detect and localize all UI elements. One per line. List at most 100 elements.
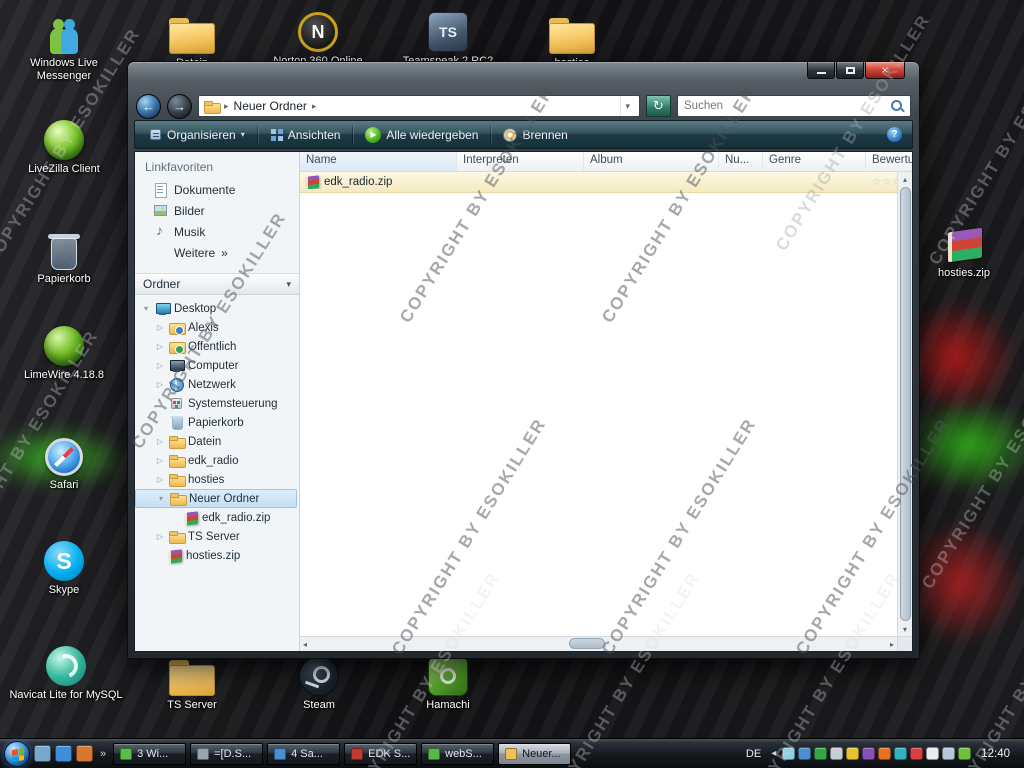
taskbar-button-4[interactable]: EDK S... (344, 742, 418, 765)
fav-weitere[interactable]: Weitere » (135, 242, 299, 263)
taskbar-button-2[interactable]: =[D.S... (190, 742, 264, 765)
title-bar[interactable]: × (134, 62, 913, 92)
fav-bilder[interactable]: Bilder (135, 200, 299, 221)
tree-item-hosties[interactable]: ▷ hosties (135, 470, 297, 489)
tray-app-icon[interactable] (830, 747, 844, 760)
forward-button[interactable]: → (167, 93, 192, 119)
horizontal-scrollbar[interactable]: ◂ ▸ (300, 636, 897, 651)
rating-stars[interactable]: ☆☆☆☆☆ (866, 177, 897, 188)
desktop-icon-livezilla[interactable]: LiveZilla Client (18, 112, 110, 176)
taskbar-button-5[interactable]: webS... (421, 742, 495, 765)
taskbar-button-neuer-ordner[interactable]: Neuer... (498, 742, 572, 765)
tree-item-edk-radio[interactable]: ▷ edk_radio (135, 451, 297, 470)
address-dropdown-icon[interactable]: ▾ (620, 96, 634, 116)
tray-collapse-icon[interactable]: ◂ (769, 748, 778, 759)
media-player-icon[interactable] (76, 745, 93, 762)
help-button[interactable]: ? (887, 127, 902, 142)
tree-item-alexis[interactable]: ▷ Alexis (135, 318, 297, 337)
file-row-edk-radio-zip[interactable]: edk_radio.zip ☆☆☆☆☆ (300, 172, 897, 193)
column-header-bewertung[interactable]: Bewertung (866, 152, 912, 171)
desktop-icon-windows-live-messenger[interactable]: Windows Live Messenger (8, 6, 120, 83)
column-header-interpreten[interactable]: Interpreten (457, 152, 584, 171)
expand-icon[interactable]: ▷ (155, 437, 165, 446)
start-button[interactable] (4, 740, 30, 767)
scroll-up-icon[interactable]: ▴ (898, 172, 912, 186)
tree-item-oeffentlich[interactable]: ▷ Öffentlich (135, 337, 297, 356)
breadcrumb[interactable]: ▸ Neuer Ordner ▸ ▾ (198, 95, 640, 117)
tray-app-icon[interactable] (846, 747, 860, 760)
fav-musik[interactable]: Musik (135, 221, 299, 242)
expand-icon[interactable]: ▷ (155, 380, 165, 389)
scroll-right-icon[interactable]: ▸ (890, 640, 894, 649)
search-input[interactable] (684, 100, 886, 112)
column-header-name[interactable]: Name (300, 152, 457, 171)
breadcrumb-segment[interactable]: Neuer Ordner (234, 99, 307, 113)
desktop-icon-teamspeak[interactable]: Teamspeak 2 RC2 (400, 4, 496, 68)
vertical-scroll-thumb[interactable] (899, 187, 911, 621)
desktop-icon-norton[interactable]: Norton 360 Online (270, 4, 366, 68)
tray-app-icon[interactable] (798, 747, 812, 760)
desktop-icon-limewire[interactable]: LimeWire 4.18.8 (14, 318, 114, 382)
desktop-icon-skype[interactable]: Skype (28, 533, 100, 597)
volume-icon[interactable] (926, 747, 940, 760)
back-button[interactable]: ← (136, 93, 161, 119)
desktop-icon-datein[interactable]: Datein (152, 6, 232, 70)
expand-icon[interactable]: ▷ (155, 323, 165, 332)
minimize-button[interactable] (807, 62, 835, 79)
horizontal-scroll-thumb[interactable] (568, 638, 605, 649)
taskbar-button-3[interactable]: 4 Sa... (267, 742, 341, 765)
expand-icon[interactable]: ▷ (155, 532, 165, 541)
taskbar-button-1[interactable]: 3 Wi... (113, 742, 187, 765)
search-box[interactable] (677, 95, 911, 117)
tree-item-systemsteuerung[interactable]: Systemsteuerung (135, 394, 297, 413)
internet-explorer-icon[interactable] (55, 745, 72, 762)
expand-icon[interactable]: ▾ (156, 494, 166, 503)
expand-icon[interactable]: ▷ (155, 475, 165, 484)
tray-app-icon[interactable] (862, 747, 876, 760)
quick-launch-overflow-icon[interactable]: » (97, 748, 109, 760)
tree-item-ts-server[interactable]: ▷ TS Server (135, 527, 297, 546)
show-desktop-icon[interactable] (34, 745, 51, 762)
tree-item-hosties-zip[interactable]: hosties.zip (135, 546, 297, 565)
refresh-button[interactable]: ↻ (646, 95, 671, 117)
safely-remove-icon[interactable] (782, 747, 796, 760)
tree-item-neuer-ordner[interactable]: ▾ Neuer Ordner (135, 489, 297, 508)
search-icon[interactable] (890, 99, 904, 113)
desktop-icon-safari[interactable]: Safari (28, 428, 100, 492)
clock[interactable]: 12:40 (975, 748, 1018, 760)
folders-band[interactable]: Ordner ▾ (135, 273, 299, 295)
desktop-icon-navicat[interactable]: Navicat Lite for MySQL (8, 638, 124, 702)
views-button[interactable]: Ansichten (266, 128, 345, 142)
tray-app-icon[interactable] (894, 747, 908, 760)
maximize-button[interactable] (836, 62, 864, 79)
tree-item-netzwerk[interactable]: ▷ Netzwerk (135, 375, 297, 394)
play-all-button[interactable]: ▶ Alle wiedergeben (361, 126, 482, 143)
organize-button[interactable]: Organisieren ▾ (145, 128, 249, 142)
tree-item-papierkorb[interactable]: Papierkorb (135, 413, 297, 432)
vertical-scrollbar[interactable]: ▴ ▾ (897, 172, 912, 636)
scroll-left-icon[interactable]: ◂ (303, 640, 307, 649)
burn-button[interactable]: Brennen (499, 127, 571, 142)
expand-icon[interactable]: ▾ (141, 304, 151, 313)
desktop-icon-papierkorb[interactable]: Papierkorb (20, 222, 108, 286)
tray-app-icon[interactable] (958, 747, 972, 760)
scroll-down-icon[interactable]: ▾ (898, 622, 912, 636)
hamachi-tray-icon[interactable] (814, 747, 828, 760)
tree-item-datein[interactable]: ▷ Datein (135, 432, 297, 451)
column-header-nummer[interactable]: Nu... (719, 152, 763, 171)
chevron-icon[interactable]: ▸ (224, 101, 229, 112)
desktop-icon-hosties-zip[interactable]: hosties.zip (922, 216, 1006, 280)
tree-item-desktop[interactable]: ▾ Desktop (135, 299, 297, 318)
expand-icon[interactable]: ▷ (155, 456, 165, 465)
firefox-icon[interactable] (878, 747, 892, 760)
fav-dokumente[interactable]: Dokumente (135, 179, 299, 200)
expand-icon[interactable]: ▷ (155, 361, 165, 370)
close-button[interactable]: × (865, 62, 905, 79)
column-header-album[interactable]: Album (584, 152, 719, 171)
chevron-icon[interactable]: ▸ (312, 101, 317, 112)
language-indicator[interactable]: DE (742, 748, 765, 760)
tree-item-edk-radio-zip[interactable]: edk_radio.zip (135, 508, 297, 527)
network-icon[interactable] (942, 747, 956, 760)
shield-icon[interactable] (910, 747, 924, 760)
tree-item-computer[interactable]: ▷ Computer (135, 356, 297, 375)
